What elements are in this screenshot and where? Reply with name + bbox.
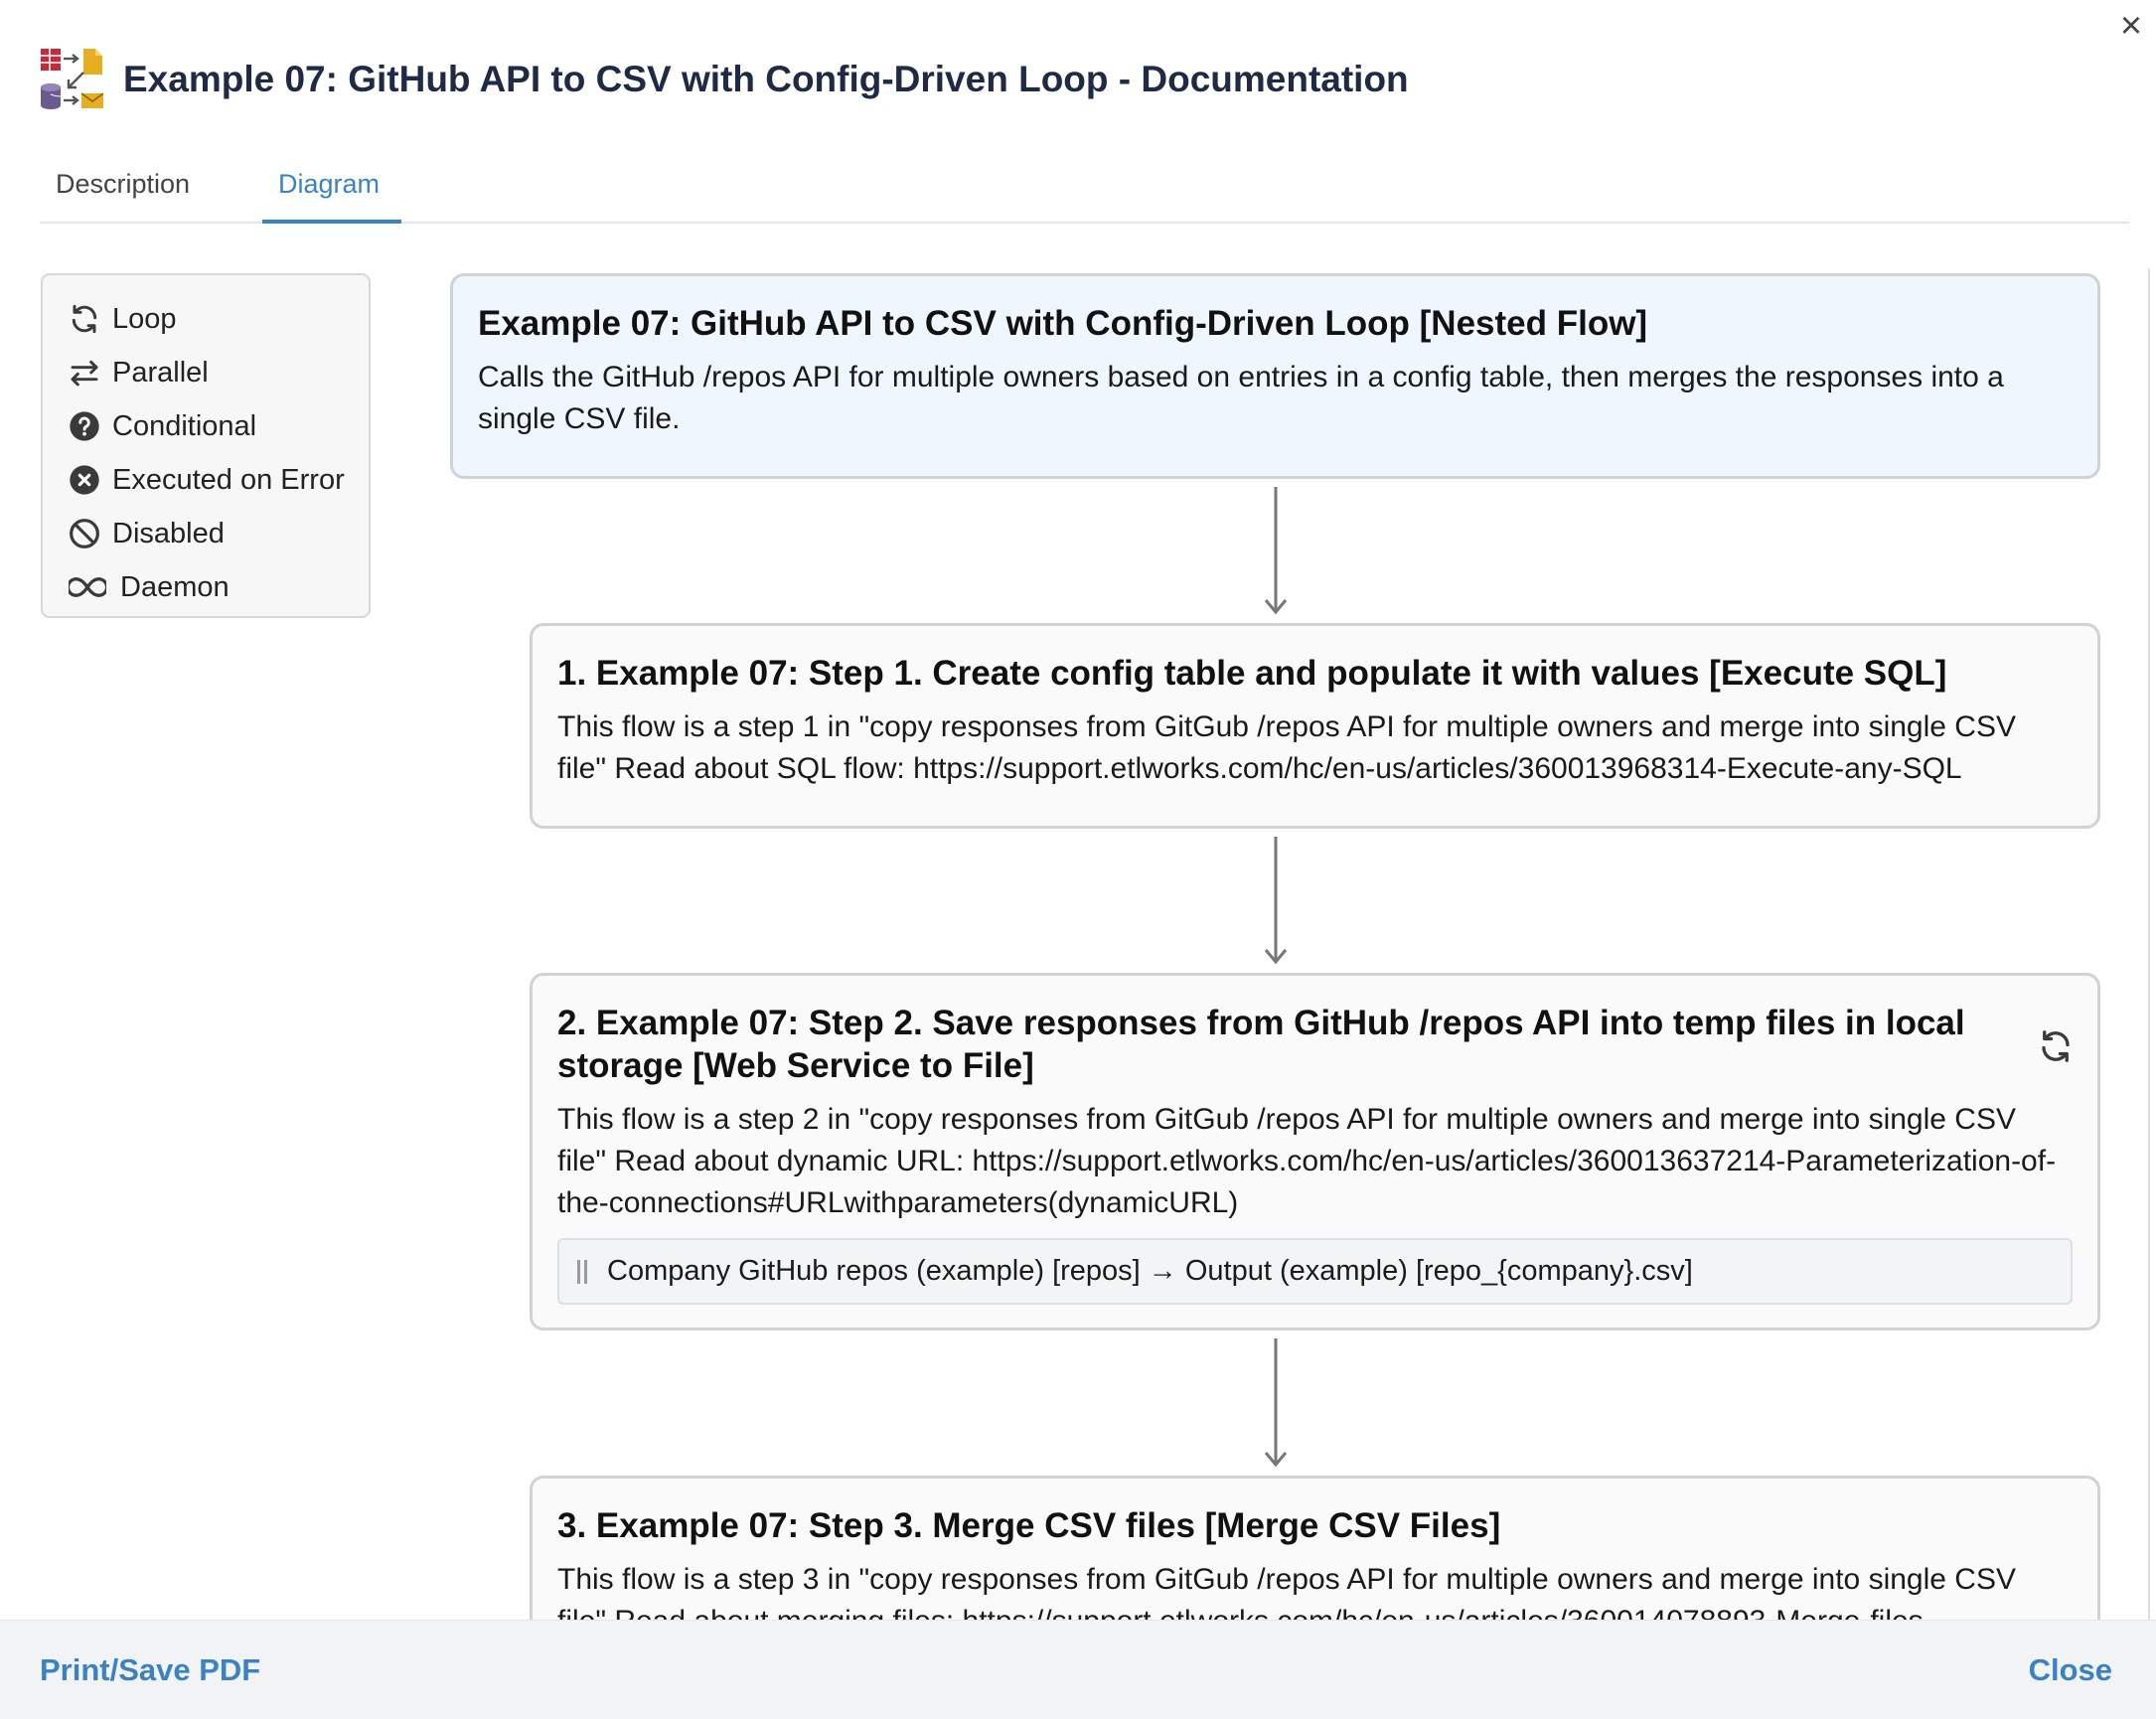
legend-label: Disabled [112,517,225,549]
loop-icon [72,304,97,334]
dialog-header: Example 07: GitHub API to CSV with Confi… [40,45,1409,114]
legend-label: Loop [112,302,177,335]
parallel-icon [71,360,98,387]
legend-item-daemon: Daemon [69,560,369,614]
source-to-destination-mapping: Company GitHub repos (example) [repos] →… [557,1238,2073,1305]
flow-connector-arrow [1256,837,1296,966]
legend-item-executed-on-error: Executed on Error [69,453,369,507]
tab-description[interactable]: Description [40,151,206,224]
legend-label: Parallel [112,356,209,389]
legend-item-conditional: Conditional [69,399,369,453]
legend-label: Conditional [112,409,257,442]
legend-label: Daemon [120,570,230,603]
step-title: 1. Example 07: Step 1. Create config tab… [557,654,1947,693]
dialog-footer: Print/Save PDF Close [0,1620,2156,1719]
legend-item-disabled: Disabled [69,507,369,560]
dialog-title: Example 07: GitHub API to CSV with Confi… [123,59,1409,99]
step-box-2: 2. Example 07: Step 2. Save responses fr… [530,973,2100,1330]
daemon-icon [69,577,106,597]
root-flow-description: Calls the GitHub /repos API for multiple… [478,361,2004,435]
step-box-1: 1. Example 07: Step 1. Create config tab… [530,623,2100,829]
loop-icon [2042,1030,2070,1062]
legend-item-parallel: Parallel [69,346,369,399]
legend-label: Executed on Error [112,463,345,496]
tab-diagram[interactable]: Diagram [262,151,401,224]
step-description: This flow is a step 1 in "copy responses… [557,710,2016,785]
error-icon [70,465,99,495]
step-title: 2. Example 07: Step 2. Save responses fr… [557,1004,1965,1085]
legend-item-loop: Loop [69,292,369,346]
legend-panel: Loop Parallel Conditional Executed on Er… [41,273,371,618]
conditional-icon [70,411,99,441]
root-flow-title: Example 07: GitHub API to CSV with Confi… [478,304,1648,343]
close-icon[interactable]: × [2114,4,2148,48]
close-button[interactable]: Close [2029,1652,2112,1688]
flow-connector-arrow [1256,1338,1296,1469]
mapping-text: Company GitHub repos (example) [repos] →… [607,1255,1693,1287]
disabled-icon [70,519,99,548]
diagram-scrollbar[interactable] [2148,268,2150,1620]
app-logo-icon [41,49,104,109]
step-description: This flow is a step 2 in "copy responses… [557,1103,2057,1219]
step-title: 3. Example 07: Step 3. Merge CSV files [… [557,1506,1501,1545]
print-save-pdf-button[interactable]: Print/Save PDF [40,1652,260,1688]
flow-connector-arrow [1256,487,1296,616]
drag-handle-icon[interactable] [577,1259,587,1284]
root-flow-box: Example 07: GitHub API to CSV with Confi… [450,273,2100,479]
tab-bar: Description Diagram [40,151,2129,224]
